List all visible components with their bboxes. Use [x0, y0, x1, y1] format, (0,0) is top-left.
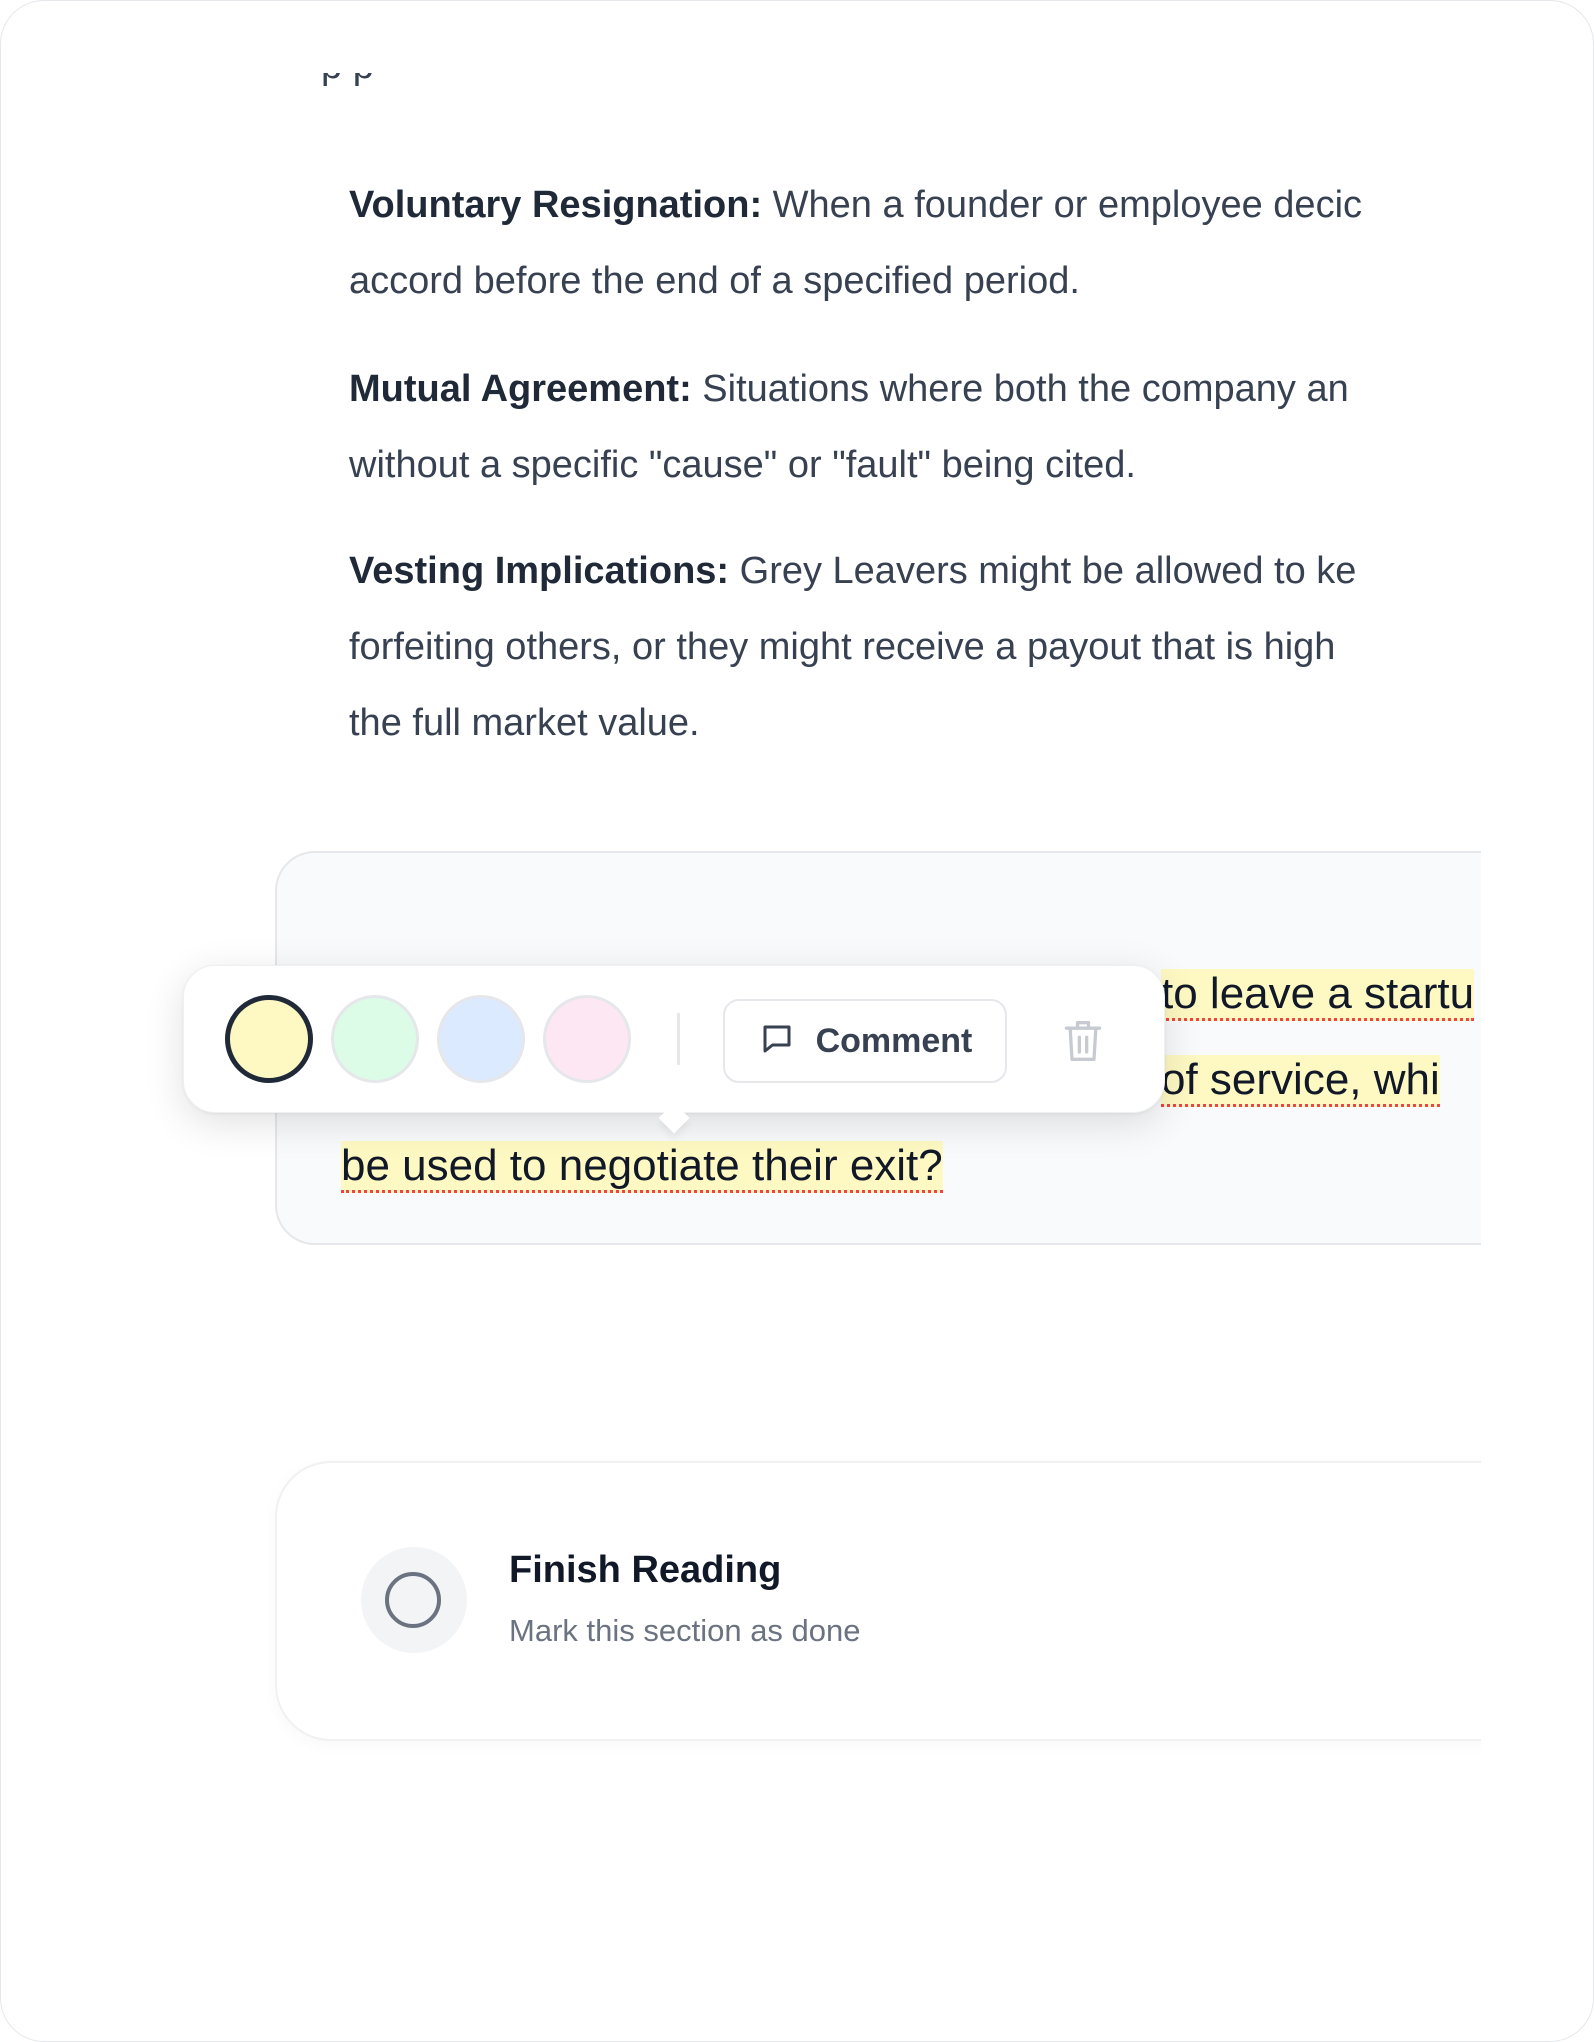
reader-viewport[interactable]: p p · · · · · · · · · Voluntary Resignat…: [1, 1, 1481, 2041]
paragraph-vesting-implications: Vesting Implications: Grey Leavers might…: [349, 533, 1481, 761]
comment-button[interactable]: Comment: [723, 999, 1007, 1083]
paragraph-line: When a founder or employee decic: [772, 184, 1363, 226]
paragraph-voluntary-resignation: Voluntary Resignation: When a founder or…: [349, 167, 1481, 319]
highlight-color-blue[interactable]: [437, 995, 525, 1083]
highlighted-text[interactable]: of service, whi: [1161, 1055, 1440, 1107]
clipped-text-line: p p · · · · · · · · ·: [321, 73, 1081, 95]
paragraph-line: the full market value.: [349, 702, 700, 744]
circle-icon: [385, 1572, 441, 1628]
paragraph-line: accord before the end of a specified per…: [349, 260, 1080, 302]
message-square-icon: [758, 1021, 796, 1062]
term-label: Mutual Agreement:: [349, 368, 692, 410]
highlight-color-yellow[interactable]: [225, 995, 313, 1083]
paragraph-line: Grey Leavers might be allowed to ke: [739, 550, 1357, 592]
paragraph-mutual-agreement: Mutual Agreement: Situations where both …: [349, 351, 1481, 503]
page: p p · · · · · · · · · Voluntary Resignat…: [0, 0, 1594, 2042]
reader-panel: p p · · · · · · · · · Voluntary Resignat…: [0, 0, 1594, 2042]
toolbar-divider: [677, 1013, 680, 1065]
highlight-color-green[interactable]: [331, 995, 419, 1083]
term-label: Voluntary Resignation:: [349, 184, 763, 226]
finish-reading-title: Finish Reading: [509, 1549, 782, 1591]
paragraph-line: without a specific "cause" or "fault" be…: [349, 444, 1136, 486]
finish-reading-subtitle: Mark this section as done: [509, 1613, 861, 1648]
trash-icon[interactable]: [1061, 1017, 1105, 1065]
paragraph-line: Situations where both the company an: [702, 368, 1349, 410]
highlighted-text[interactable]: to leave a startu: [1161, 969, 1475, 1021]
term-label: Vesting Implications:: [349, 550, 730, 592]
highlighted-text[interactable]: be used to negotiate their exit?: [341, 1141, 943, 1193]
highlight-color-pink[interactable]: [543, 995, 631, 1083]
paragraph-line: forfeiting others, or they might receive…: [349, 626, 1336, 668]
comment-button-label: Comment: [815, 1021, 973, 1060]
